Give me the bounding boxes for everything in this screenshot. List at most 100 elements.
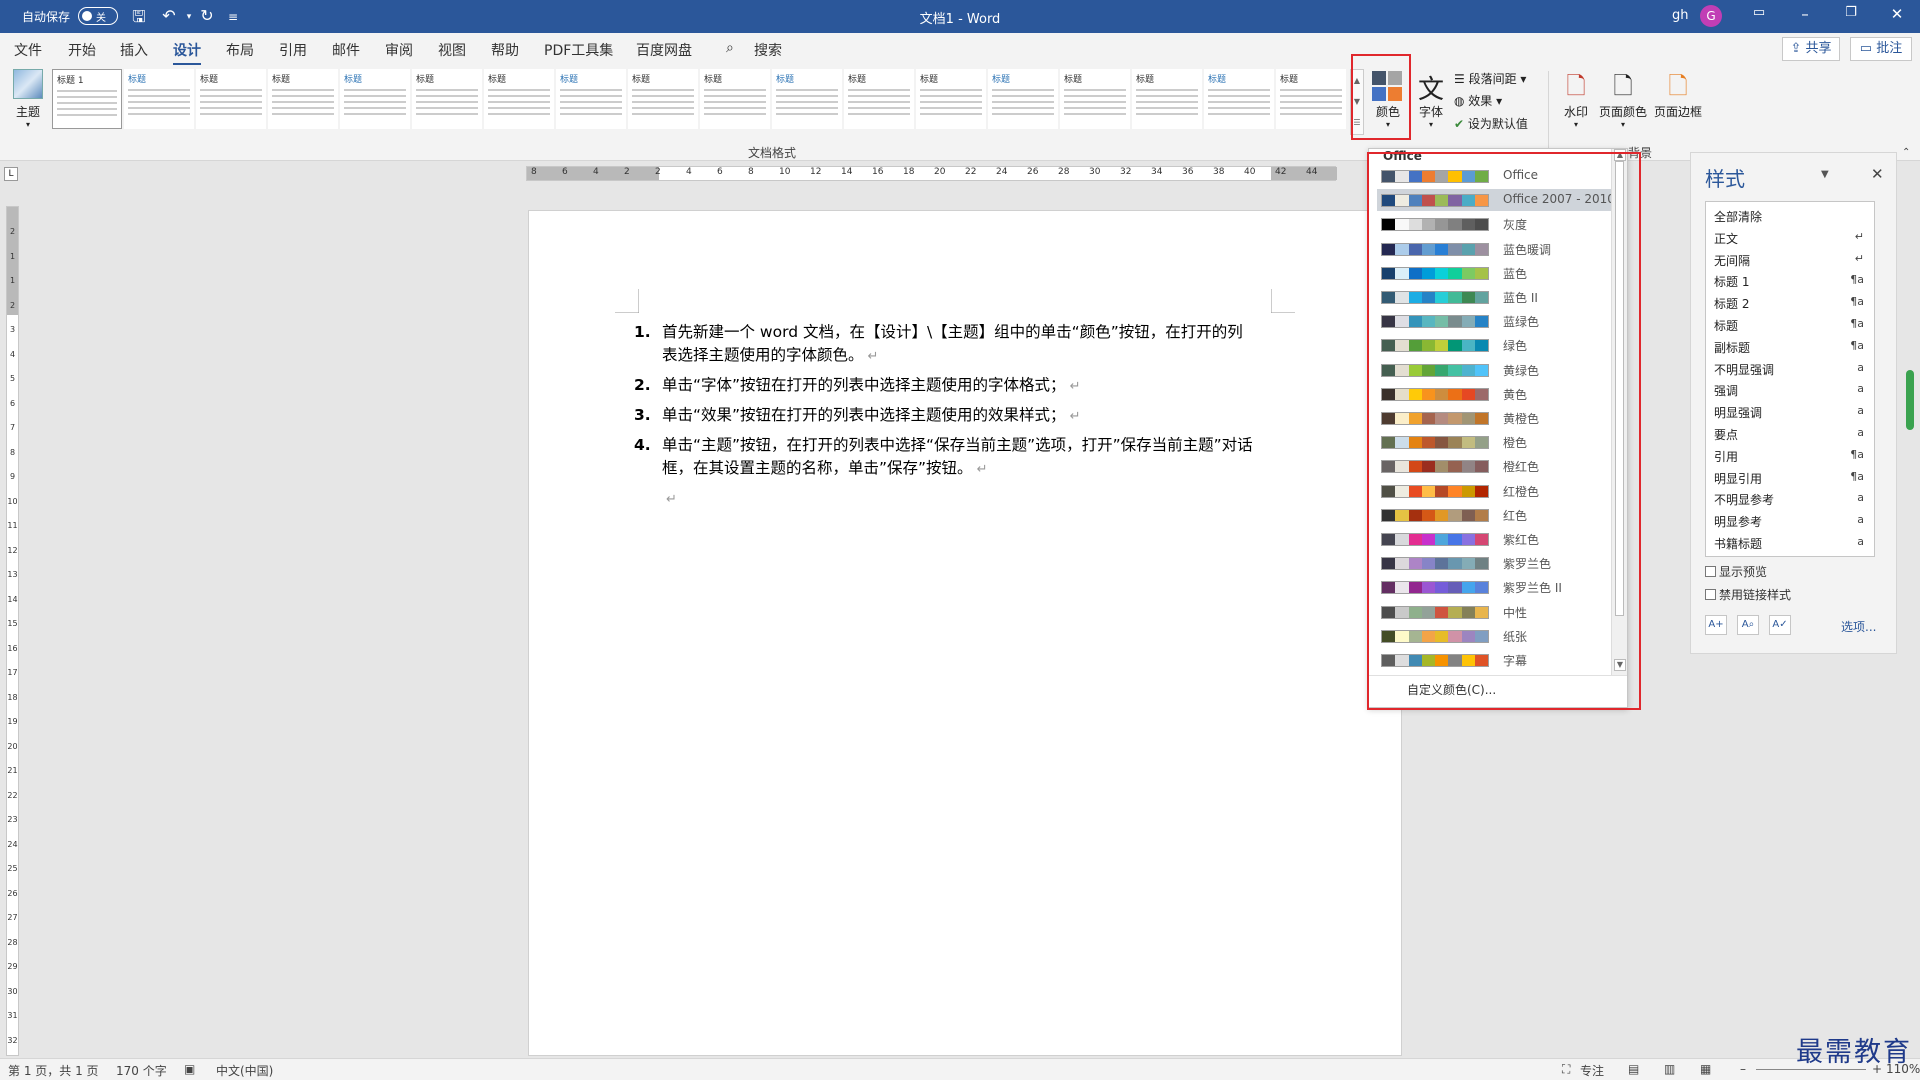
show-preview-checkbox[interactable]: 显示预览	[1705, 563, 1767, 580]
tab-baidu-disk[interactable]: 百度网盘	[636, 40, 692, 60]
pane-options-icon[interactable]: ▼	[1821, 169, 1829, 180]
undo-icon[interactable]: ↶	[158, 6, 180, 25]
style-set-thumbnail[interactable]: 标题	[484, 69, 554, 129]
style-set-thumbnail[interactable]: 标题 1	[52, 69, 122, 129]
style-set-thumbnail[interactable]: 标题	[988, 69, 1058, 129]
style-item[interactable]: 副标题 ¶a	[1714, 339, 1864, 359]
style-set-thumbnail[interactable]: 标题	[700, 69, 770, 129]
style-set-thumbnail[interactable]: 标题	[1132, 69, 1202, 129]
style-set-thumbnail[interactable]: 标题	[772, 69, 842, 129]
style-item[interactable]: 全部清除	[1714, 208, 1864, 228]
page-count[interactable]: 第 1 页，共 1 页	[8, 1062, 99, 1079]
style-item[interactable]: 明显参考 a	[1714, 513, 1864, 533]
style-item[interactable]: 标题 1 ¶a	[1714, 273, 1864, 293]
set-default-button[interactable]: ✔ 设为默认值	[1454, 115, 1528, 132]
tab-home[interactable]: 开始	[68, 40, 96, 60]
list-item[interactable]: 4. 单击“主题”按钮，在打开的列表中选择“保存当前主题”选项，打开”保存当前主题…	[634, 434, 1254, 481]
share-button[interactable]: ⇪ 共享	[1782, 37, 1840, 61]
tab-review[interactable]: 审阅	[385, 40, 413, 60]
close-icon[interactable]: ✕	[1882, 5, 1912, 23]
vertical-ruler[interactable]: 2 1 1 2 3 4 5 6 7 8 9 10 11 12 13 14 15 16 17 18 19 20 21 22 23 2…	[6, 206, 19, 1056]
close-icon[interactable]: ✕	[1871, 165, 1884, 183]
style-item[interactable]: 引用 ¶a	[1714, 448, 1864, 468]
style-item[interactable]: 书籍标题 a	[1714, 535, 1864, 555]
tab-mailings[interactable]: 邮件	[332, 40, 360, 60]
style-item[interactable]: 标题 2 ¶a	[1714, 295, 1864, 315]
style-inspector-icon[interactable]: A⌕	[1737, 615, 1759, 635]
style-set-thumbnail[interactable]: 标题	[916, 69, 986, 129]
new-style-icon[interactable]: A+	[1705, 615, 1727, 635]
style-set-thumbnail[interactable]: 标题	[1276, 69, 1346, 129]
minimize-icon[interactable]: –	[1790, 5, 1820, 23]
style-set-thumbnail[interactable]: 标题	[628, 69, 698, 129]
tab-design[interactable]: 设计	[173, 40, 201, 66]
page-border-button[interactable]: 🗋 页面边框	[1652, 69, 1704, 120]
proofing-icon[interactable]: ▣	[184, 1062, 195, 1076]
style-set-thumbnail[interactable]: 标题	[196, 69, 266, 129]
tab-help[interactable]: 帮助	[491, 40, 519, 60]
watermark-button[interactable]: 🗋 水印 ▾	[1558, 69, 1594, 129]
style-set-thumbnail[interactable]: 标题	[268, 69, 338, 129]
style-item[interactable]: 无间隔 ↵	[1714, 252, 1864, 272]
style-item[interactable]: 强调 a	[1714, 382, 1864, 402]
style-item[interactable]: 明显强调 a	[1714, 404, 1864, 424]
list-item[interactable]: 1. 首先新建一个 word 文档，在【设计】\【主题】组中的单击“颜色”按钮，在…	[634, 321, 1254, 368]
style-item[interactable]: 要点 a	[1714, 426, 1864, 446]
style-item[interactable]: 明显引用 ¶a	[1714, 470, 1864, 490]
search-icon[interactable]: ⌕	[726, 40, 734, 56]
restore-icon[interactable]: ❐	[1836, 5, 1866, 20]
search-label[interactable]: 搜索	[754, 40, 782, 60]
tab-view[interactable]: 视图	[438, 40, 466, 60]
paragraph-spacing-button[interactable]: ☰ 段落间距 ▾	[1454, 70, 1526, 87]
language-indicator[interactable]: 中文(中国)	[216, 1062, 273, 1079]
comment-button[interactable]: ▭ 批注	[1850, 37, 1912, 61]
style-set-thumbnail[interactable]: 标题	[340, 69, 410, 129]
style-item[interactable]: 不明显参考 a	[1714, 491, 1864, 511]
style-set-thumbnail[interactable]: 标题	[556, 69, 626, 129]
read-mode-icon[interactable]: ▤	[1628, 1062, 1639, 1076]
collapse-ribbon-icon[interactable]: ⌃	[1902, 147, 1910, 158]
disable-linked-styles-checkbox[interactable]: 禁用链接样式	[1705, 586, 1791, 603]
style-set-thumbnail[interactable]: 标题	[1204, 69, 1274, 129]
document-page[interactable]: 1. 首先新建一个 word 文档，在【设计】\【主题】组中的单击“颜色”按钮，在…	[528, 210, 1402, 1056]
word-count[interactable]: 170 个字	[116, 1062, 167, 1079]
empty-paragraph[interactable]: ↵	[634, 487, 1254, 511]
options-link[interactable]: 选项...	[1841, 618, 1876, 635]
redo-icon[interactable]: ↻	[196, 6, 218, 25]
tab-selector[interactable]: L	[4, 167, 18, 181]
style-set-thumbnail[interactable]: 标题	[412, 69, 482, 129]
ruler-number: 11	[7, 521, 18, 530]
zoom-out-icon[interactable]: –	[1740, 1062, 1746, 1076]
tab-insert[interactable]: 插入	[120, 40, 148, 60]
list-item[interactable]: 2. 单击“字体”按钮在打开的列表中选择主题使用的字体格式； ↵	[634, 374, 1254, 398]
ribbon-display-icon[interactable]: ▭	[1744, 5, 1774, 20]
tab-pdf-tools[interactable]: PDF工具集	[544, 40, 613, 60]
fonts-button[interactable]: 文 字体 ▾	[1414, 69, 1448, 129]
tab-file[interactable]: 文件	[14, 40, 42, 60]
customize-toolbar-icon[interactable]: ≡	[222, 10, 244, 24]
page-color-button[interactable]: 🗋 页面颜色 ▾	[1598, 69, 1648, 129]
manage-styles-icon[interactable]: A✓	[1769, 615, 1791, 635]
web-layout-icon[interactable]: ▦	[1700, 1062, 1711, 1076]
list-item[interactable]: 3. 单击“效果”按钮在打开的列表中选择主题使用的效果样式； ↵	[634, 404, 1254, 428]
horizontal-ruler[interactable]: 8 6 4 2 2 4 6 8 10 12 14 16 18 20 22 24 26 28 30 32 34 36 38 40…	[526, 166, 1337, 181]
thumbnail-heading: 标题 1	[57, 76, 84, 86]
document-scrollbar-thumb[interactable]	[1906, 370, 1914, 430]
themes-button[interactable]: 主题 ▾	[8, 69, 48, 139]
style-set-thumbnail[interactable]: 标题	[124, 69, 194, 129]
tab-references[interactable]: 引用	[279, 40, 307, 60]
style-item[interactable]: 不明显强调 a	[1714, 361, 1864, 381]
autosave-toggle[interactable]: 关	[78, 7, 118, 25]
tab-layout[interactable]: 布局	[226, 40, 254, 60]
focus-label[interactable]: 专注	[1580, 1062, 1604, 1079]
save-icon[interactable]: 🖫	[128, 6, 150, 33]
style-item[interactable]: 正文 ↵	[1714, 230, 1864, 250]
style-set-thumbnail[interactable]: 标题	[844, 69, 914, 129]
effects-button[interactable]: ◍ 效果 ▾	[1454, 92, 1502, 109]
style-set-thumbnail[interactable]: 标题	[1060, 69, 1130, 129]
style-item[interactable]: 标题 ¶a	[1714, 317, 1864, 337]
avatar[interactable]: G	[1700, 5, 1722, 27]
zoom-slider[interactable]	[1756, 1069, 1866, 1070]
focus-icon[interactable]: ⛶	[1562, 1062, 1570, 1077]
print-layout-icon[interactable]: ▥	[1664, 1062, 1675, 1076]
